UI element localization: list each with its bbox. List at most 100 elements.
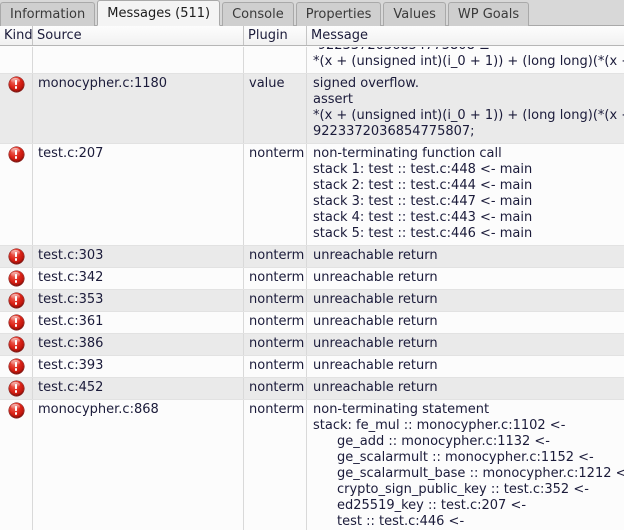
cell-kind [0,74,33,143]
cell-message: unreachable return [307,246,624,267]
cell-kind [0,144,33,245]
cell-kind [0,378,33,399]
cell-source: test.c:353 [33,290,244,311]
cell-kind [0,290,33,311]
cell-message: unreachable return [307,378,624,399]
table-row[interactable]: test.c:303 nonterm unreachable return [0,246,624,268]
cell-message: -9223372036854775808 ≤*(x + (unsigned in… [307,47,624,73]
message-line: ge_scalarmult_base :: monocypher.c:1212 … [337,466,624,481]
message-line: unreachable return [313,380,438,395]
error-icon [8,249,24,264]
table-row[interactable]: test.c:386 nonterm unreachable return [0,334,624,356]
icon-gloss [11,148,20,154]
cell-plugin: nonterm [244,290,307,311]
icon-gloss [11,404,20,410]
message-line: signed overflow. [313,76,419,91]
table-row[interactable]: test.c:353 nonterm unreachable return [0,290,624,312]
tab-label: Values [393,7,436,22]
tab-console[interactable]: Console [222,2,294,26]
cell-plugin: nonterm [244,246,307,267]
message-line: *(x + (unsigned int)(i_0 + 1)) + (long l… [313,54,624,69]
message-line: -9223372036854775808 ≤ [313,47,624,54]
message-line: ge_add :: monocypher.c:1132 <- [337,434,550,449]
table-header-row: Kind Source Plugin Message [0,26,624,46]
cell-plugin: nonterm [244,312,307,333]
tab-values[interactable]: Values [383,2,446,26]
message-line: ed25519_key :: test.c:207 <- [337,498,527,513]
cell-kind [0,47,33,73]
table-row[interactable]: test.c:393 nonterm unreachable return [0,356,624,378]
error-icon [8,147,24,162]
table-row[interactable]: test.c:361 nonterm unreachable return [0,312,624,334]
cell-plugin: nonterm [244,400,307,530]
cell-message: signed overflow. assert *(x + (unsigned in… [307,74,624,143]
column-header-message[interactable]: Message [307,26,624,45]
icon-gloss [11,250,20,256]
table-row[interactable]: monocypher.c:1180 value signed overflow. as… [0,74,624,144]
tab-wp-goals[interactable]: WP Goals [447,2,530,26]
cell-kind [0,356,33,377]
cell-source: test.c:452 [33,378,244,399]
tab-label: WP Goals [457,7,520,22]
tab-label: Console [232,7,284,22]
cell-plugin: nonterm [244,144,307,245]
message-line: unreachable return [313,270,438,285]
cell-plugin: value [244,74,307,143]
cell-message: unreachable return [307,334,624,355]
cell-message: unreachable return [307,268,624,289]
cell-source: monocypher.c:868 [33,400,244,530]
messages-panel: Information Messages (511) Console Properti… [0,0,624,530]
icon-gloss [11,272,20,278]
cell-plugin: nonterm [244,334,307,355]
cell-message: unreachable return [307,290,624,311]
table-row[interactable]: monocypher.c:868 nonterm non-terminating s… [0,400,624,530]
cell-message: non-terminating function call stack 1: te… [307,144,624,245]
tab-properties[interactable]: Properties [295,2,382,26]
message-line: test :: test.c:446 <- [337,514,465,529]
column-header-source[interactable]: Source [33,26,244,45]
message-line: *(x + (unsigned int)(i_0 + 1)) + (long l… [313,108,624,123]
message-line: 9223372036854775807; [313,124,475,139]
tab-label: Messages (511) [107,6,211,21]
error-icon [8,271,24,286]
cell-message: unreachable return [307,356,624,377]
table-row[interactable]: -9223372036854775808 ≤*(x + (unsigned in… [0,47,624,74]
message-line: unreachable return [313,336,438,351]
cell-source: monocypher.c:1180 [33,74,244,143]
icon-gloss [11,78,20,84]
tab-messages-511[interactable]: Messages (511) [97,0,221,26]
tab-bar: Information Messages (511) Console Properti… [0,0,624,26]
cell-plugin: nonterm [244,268,307,289]
table-row[interactable]: test.c:342 nonterm unreachable return [0,268,624,290]
error-icon [8,77,24,92]
cell-kind [0,312,33,333]
message-line: stack 4: test :: test.c:443 <- main [313,210,533,225]
cell-kind [0,334,33,355]
column-header-kind[interactable]: Kind [0,26,33,45]
cell-kind [0,268,33,289]
message-line: unreachable return [313,248,438,263]
tab-information[interactable]: Information [0,2,96,26]
cell-message: unreachable return [307,312,624,333]
error-icon [8,337,24,352]
cell-source: test.c:393 [33,356,244,377]
cell-message: non-terminating statement stack: fe_mul :… [307,400,624,530]
message-line: stack 1: test :: test.c:448 <- main [313,162,533,177]
tab-label: Information [10,7,86,22]
cell-source: test.c:386 [33,334,244,355]
cell-plugin: nonterm [244,356,307,377]
cell-source: test.c:342 [33,268,244,289]
table-row[interactable]: test.c:207 nonterm non-terminating functio… [0,144,624,246]
messages-table-body[interactable]: -9223372036854775808 ≤*(x + (unsigned in… [0,47,624,530]
icon-gloss [11,360,20,366]
message-line: crypto_sign_public_key :: test.c:352 <- [337,482,589,497]
cell-kind [0,400,33,530]
icon-gloss [11,338,20,344]
message-line: assert [313,92,353,107]
cell-source: test.c:207 [33,144,244,245]
table-row[interactable]: test.c:452 nonterm unreachable return [0,378,624,400]
error-icon [8,293,24,308]
error-icon [8,315,24,330]
column-header-plugin[interactable]: Plugin [244,26,307,45]
error-icon [8,359,24,374]
